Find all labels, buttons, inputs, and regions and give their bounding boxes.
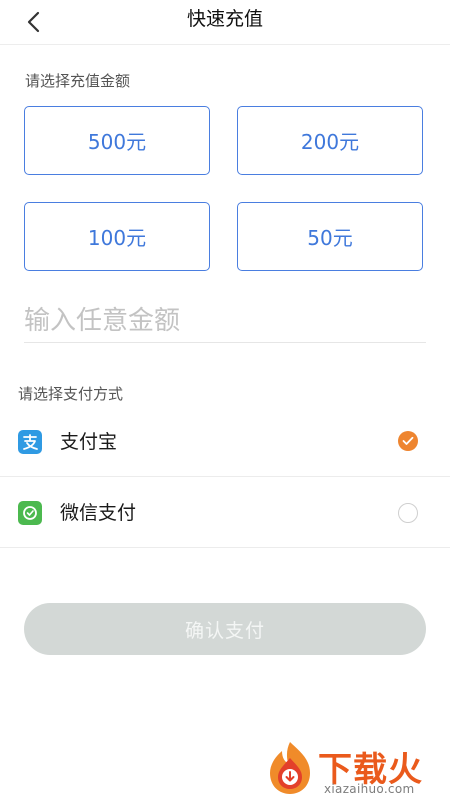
amount-option-100[interactable]: 100元 <box>24 202 210 271</box>
checkmark-icon <box>402 436 414 445</box>
payment-section-label: 请选择支付方式 <box>18 385 124 403</box>
alipay-label: 支付宝 <box>60 431 118 453</box>
wechat-pay-label: 微信支付 <box>60 502 137 524</box>
alipay-icon <box>18 430 42 454</box>
amount-option-500[interactable]: 500元 <box>24 106 210 175</box>
custom-amount-input[interactable] <box>24 300 426 343</box>
alipay-radio-checked[interactable] <box>398 431 418 451</box>
page-title: 快速充值 <box>186 8 263 30</box>
payment-option-alipay[interactable]: 支付宝 <box>0 407 450 477</box>
top-nav-bar: 快速充值 <box>0 0 450 45</box>
amount-option-50[interactable]: 50元 <box>237 202 423 271</box>
watermark-url: xiazaihuo.com <box>324 782 415 796</box>
amount-option-200[interactable]: 200元 <box>237 106 423 175</box>
amount-section-label: 请选择充值金额 <box>25 72 131 90</box>
payment-option-wechat[interactable]: 微信支付 <box>0 478 450 548</box>
wechat-pay-icon <box>18 501 42 525</box>
flame-logo-icon <box>270 742 310 794</box>
watermark: 下载火 xiazaihuo.com <box>264 740 450 800</box>
wechat-pay-radio[interactable] <box>398 503 418 523</box>
confirm-payment-button[interactable]: 确认支付 <box>24 603 426 655</box>
